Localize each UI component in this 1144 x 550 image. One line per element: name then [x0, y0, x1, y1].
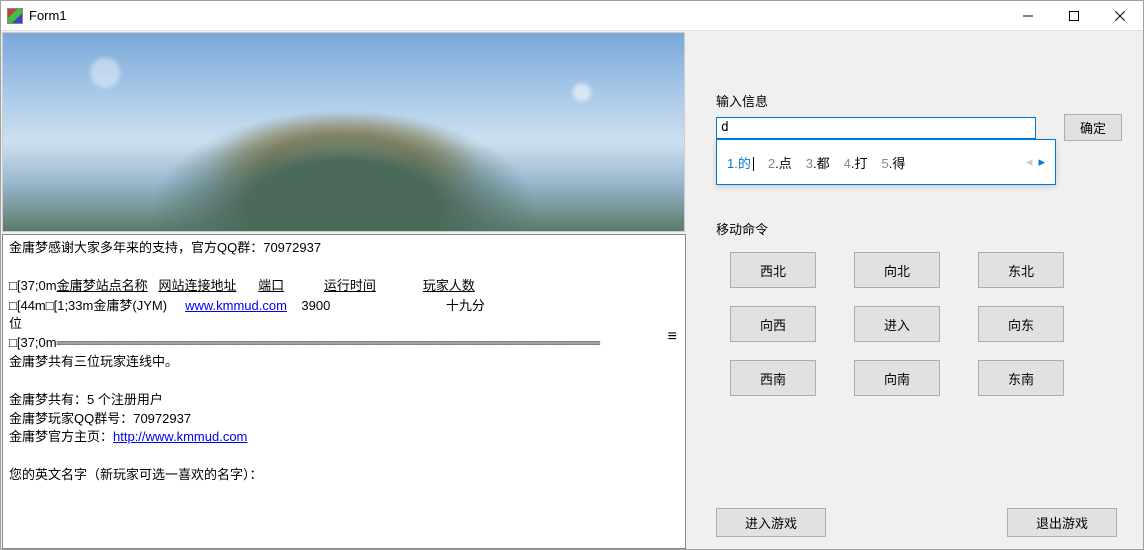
maximize-button[interactable]	[1051, 1, 1097, 31]
app-icon	[7, 8, 23, 24]
close-button[interactable]	[1097, 1, 1143, 31]
console-row: □[44m□[1;33m金庸梦(JYM) www.kmmud.com 3900 …	[9, 297, 679, 316]
homepage-link[interactable]: http://www.kmmud.com	[113, 429, 247, 444]
confirm-button[interactable]: 确定	[1064, 114, 1122, 141]
dir-w-button[interactable]: 向西	[730, 306, 816, 342]
dir-sw-button[interactable]: 西南	[730, 360, 816, 396]
direction-grid: 西北 向北 东北 向西 进入 向东 西南 向南 东南	[730, 252, 1127, 396]
console-headers: □[37;0m金庸梦站点名称 网站连接地址 端口 运行时间 玩家人数	[9, 277, 475, 296]
move-group-label: 移动命令	[716, 219, 1127, 238]
dir-se-button[interactable]: 东南	[978, 360, 1064, 396]
input-group-label: 输入信息	[716, 91, 1127, 110]
window-title: Form1	[29, 8, 1005, 23]
ime-candidate-4[interactable]: 4.打	[844, 153, 868, 172]
dir-ne-button[interactable]: 东北	[978, 252, 1064, 288]
ime-candidates[interactable]: 1.的 2.点 3.都 4.打 5.得 ◂ ▸	[716, 139, 1056, 185]
ime-candidate-3[interactable]: 3.都	[806, 153, 830, 172]
window-controls	[1005, 1, 1143, 31]
console-output[interactable]: ≡ 金庸梦感谢大家多年来的支持，官方QQ群：70972937 □[37;0m金庸…	[2, 234, 686, 549]
titlebar[interactable]: Form1	[1, 1, 1143, 31]
left-pane: ≡ 金庸梦感谢大家多年来的支持，官方QQ群：70972937 □[37;0m金庸…	[1, 31, 686, 549]
minimize-button[interactable]	[1005, 1, 1051, 31]
console-homepage: 金庸梦官方主页：http://www.kmmud.com	[9, 428, 679, 447]
app-window: Form1 ≡ 金庸梦感谢大家多年来的支持，官方QQ群：70972937 □[3…	[0, 0, 1144, 550]
site-link[interactable]: www.kmmud.com	[185, 298, 287, 313]
ime-candidate-2[interactable]: 2.点	[768, 153, 792, 172]
ime-next-icon[interactable]: ▸	[1038, 154, 1045, 170]
banner-image	[2, 32, 685, 232]
dir-n-button[interactable]: 向北	[854, 252, 940, 288]
console-sep: □[37;0m═════════════════════════════════…	[9, 334, 679, 353]
dir-s-button[interactable]: 向南	[854, 360, 940, 396]
exit-game-button[interactable]: 退出游戏	[1007, 508, 1117, 537]
console-registered: 金庸梦共有：5 个注册用户	[9, 391, 679, 410]
hamburger-icon[interactable]: ≡	[668, 325, 677, 348]
ime-candidate-1[interactable]: 1.的	[727, 153, 754, 172]
bottom-actions: 进入游戏 退出游戏	[716, 508, 1117, 537]
dir-nw-button[interactable]: 西北	[730, 252, 816, 288]
console-qq: 金庸梦玩家QQ群号：70972937	[9, 410, 679, 429]
command-input[interactable]	[716, 117, 1036, 139]
console-row-tail: 位	[9, 315, 679, 334]
client-area: ≡ 金庸梦感谢大家多年来的支持，官方QQ群：70972937 □[37;0m金庸…	[1, 31, 1143, 549]
dir-e-button[interactable]: 向东	[978, 306, 1064, 342]
console-line: 金庸梦感谢大家多年来的支持，官方QQ群：70972937	[9, 239, 679, 258]
console-online: 金庸梦共有三位玩家连线中。	[9, 353, 679, 372]
right-pane: 输入信息 确定 1.的 2.点 3.都 4.打 5.得 ◂ ▸ 移动命令	[686, 31, 1143, 549]
dir-enter-button[interactable]: 进入	[854, 306, 940, 342]
ime-candidate-5[interactable]: 5.得	[882, 153, 906, 172]
enter-game-button[interactable]: 进入游戏	[716, 508, 826, 537]
ime-nav: ◂ ▸	[1026, 154, 1045, 170]
move-group: 移动命令 西北 向北 东北 向西 进入 向东 西南 向南 东南	[716, 219, 1127, 396]
ime-prev-icon[interactable]: ◂	[1026, 154, 1033, 170]
console-prompt: 您的英文名字（新玩家可选一喜欢的名字）：	[9, 466, 679, 485]
input-group: 输入信息 确定	[716, 91, 1127, 141]
